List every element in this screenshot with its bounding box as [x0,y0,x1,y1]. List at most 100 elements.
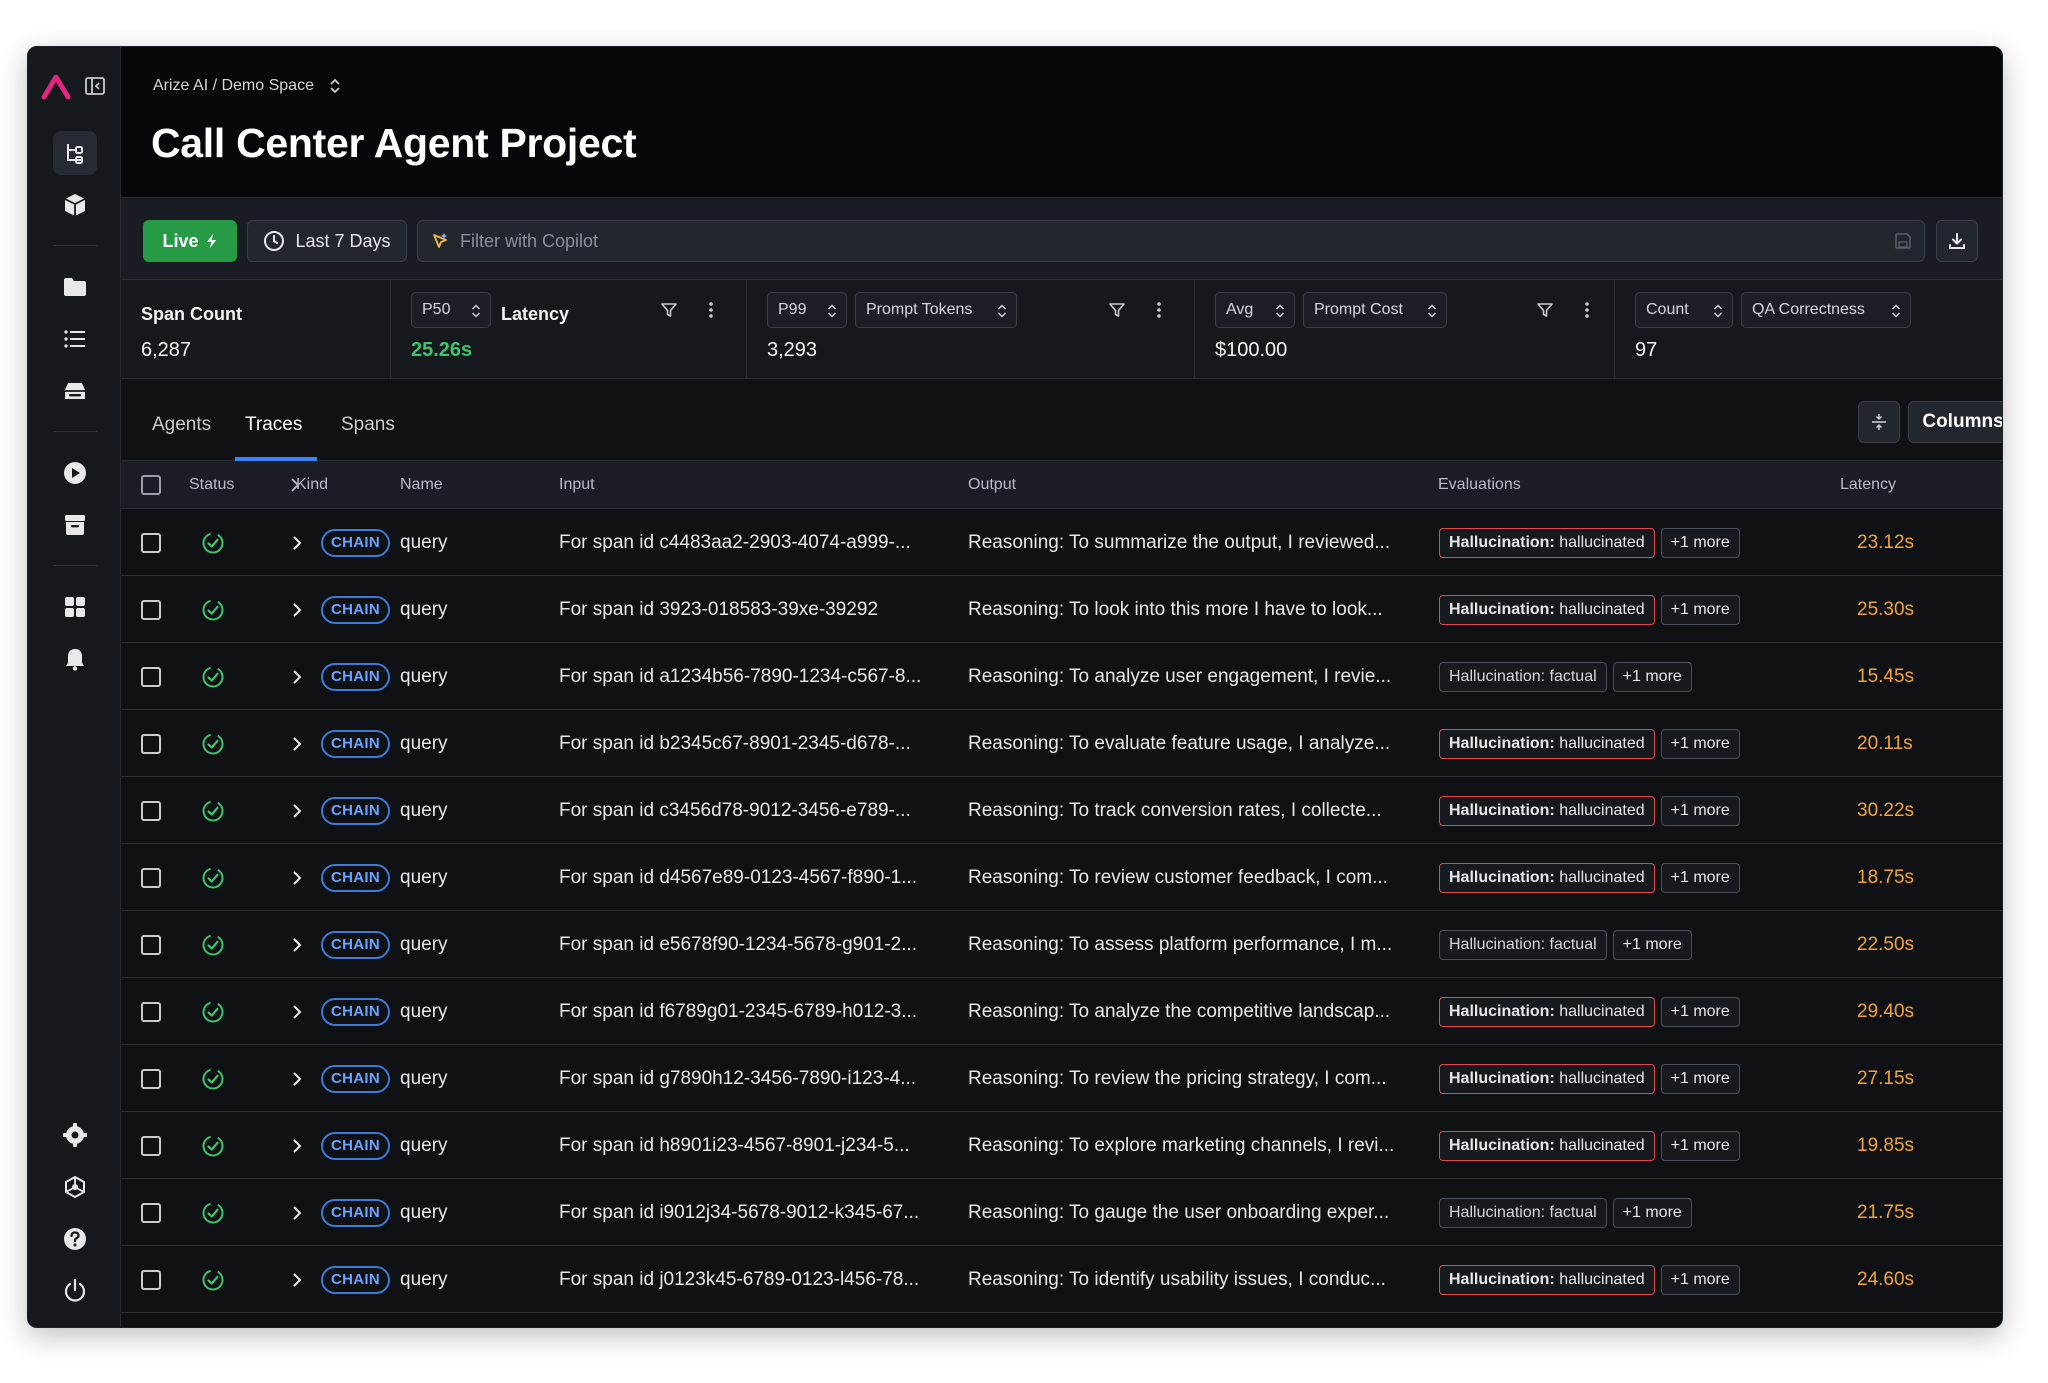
collapse-sidebar-icon[interactable] [84,75,106,97]
column-header-latency[interactable]: Latency [1840,476,1896,494]
aggregation-select[interactable]: Avg [1215,292,1295,328]
metric-select[interactable]: Prompt Tokens [855,292,1017,328]
tab-traces[interactable]: Traces [245,414,302,436]
expand-row-chevron-icon[interactable] [291,509,303,576]
select-all-checkbox[interactable] [141,475,161,495]
metric-select[interactable]: QA Correctness [1741,292,1911,328]
expand-row-chevron-icon[interactable] [291,777,303,844]
column-header-status[interactable]: Status [189,476,234,494]
sidebar-item-projects[interactable] [53,265,97,309]
expand-row-chevron-icon[interactable] [291,643,303,710]
evaluation-badge[interactable]: Hallucination: hallucinated [1439,1063,1655,1094]
column-header-output[interactable]: Output [968,476,1016,494]
save-filter-icon[interactable] [1894,232,1912,250]
row-checkbox[interactable] [141,1045,161,1112]
evaluation-badge[interactable]: Hallucination: hallucinated [1439,996,1655,1027]
more-evaluations-badge[interactable]: +1 more [1660,728,1740,759]
download-button[interactable] [1936,220,1978,262]
evaluation-badge[interactable]: Hallucination: hallucinated [1439,1130,1655,1161]
row-checkbox[interactable] [141,978,161,1045]
sidebar-item-models[interactable] [53,183,97,227]
expand-row-chevron-icon[interactable] [291,576,303,643]
evaluation-badge[interactable]: Hallucination: hallucinated [1439,862,1655,893]
filter-icon[interactable] [659,300,679,320]
sidebar-item-integrations[interactable] [53,1165,97,1209]
row-checkbox[interactable] [141,777,161,844]
expand-row-chevron-icon[interactable] [291,1246,303,1313]
more-evaluations-badge[interactable]: +1 more [1612,661,1692,692]
sidebar-item-help[interactable] [53,1217,97,1261]
copilot-filter-input[interactable] [460,230,1860,252]
table-row[interactable]: CHAIN query For span id f6789g01-2345-67… [121,978,2002,1045]
expand-row-chevron-icon[interactable] [291,1112,303,1179]
row-checkbox[interactable] [141,844,161,911]
table-row[interactable]: CHAIN query For span id g7890h12-3456-78… [121,1045,2002,1112]
evaluation-badge[interactable]: Hallucination: factual [1439,929,1607,960]
sidebar-item-archive[interactable] [53,503,97,547]
percentile-select[interactable]: P50 [411,292,491,328]
sidebar-item-datasets[interactable] [53,369,97,413]
row-checkbox[interactable] [141,1179,161,1246]
more-evaluations-badge[interactable]: +1 more [1660,1063,1740,1094]
row-checkbox[interactable] [141,1112,161,1179]
more-vertical-icon[interactable] [1149,300,1169,320]
arize-logo-icon[interactable] [36,67,76,107]
table-row[interactable]: CHAIN query For span id e5678f90-1234-56… [121,911,2002,978]
more-vertical-icon[interactable] [1577,300,1597,320]
row-checkbox[interactable] [141,1246,161,1313]
more-evaluations-badge[interactable]: +1 more [1612,1197,1692,1228]
table-row[interactable]: CHAIN query For span id i9012j34-5678-90… [121,1179,2002,1246]
expand-row-chevron-icon[interactable] [291,978,303,1045]
expand-row-chevron-icon[interactable] [291,1045,303,1112]
breadcrumb-space[interactable]: Arize AI / Demo Space [153,77,314,95]
sidebar-item-playground[interactable] [53,451,97,495]
row-checkbox[interactable] [141,509,161,576]
row-checkbox[interactable] [141,911,161,978]
column-header-evaluations[interactable]: Evaluations [1438,476,1521,494]
table-row[interactable]: CHAIN query For span id 3923-018583-39xe… [121,576,2002,643]
more-evaluations-badge[interactable]: +1 more [1660,862,1740,893]
evaluation-badge[interactable]: Hallucination: hallucinated [1439,594,1655,625]
more-evaluations-badge[interactable]: +1 more [1660,594,1740,625]
copilot-filter[interactable] [417,220,1925,262]
table-row[interactable]: CHAIN query For span id j0123k45-6789-01… [121,1246,2002,1313]
tab-agents[interactable]: Agents [152,414,211,436]
more-evaluations-badge[interactable]: +1 more [1660,795,1740,826]
aggregation-select[interactable]: Count [1635,292,1733,328]
more-evaluations-badge[interactable]: +1 more [1660,527,1740,558]
more-evaluations-badge[interactable]: +1 more [1660,996,1740,1027]
table-row[interactable]: CHAIN query For span id c4483aa2-2903-40… [121,509,2002,576]
metric-select[interactable]: Prompt Cost [1303,292,1447,328]
table-row[interactable]: CHAIN query For span id d4567e89-0123-45… [121,844,2002,911]
sidebar-item-logout[interactable] [53,1269,97,1313]
expand-row-chevron-icon[interactable] [291,911,303,978]
more-evaluations-badge[interactable]: +1 more [1660,1130,1740,1161]
row-density-button[interactable] [1858,401,1900,443]
tab-spans[interactable]: Spans [341,414,395,436]
percentile-select[interactable]: P99 [767,292,847,328]
more-evaluations-badge[interactable]: +1 more [1660,1264,1740,1295]
row-checkbox[interactable] [141,576,161,643]
sidebar-item-monitors[interactable] [53,637,97,681]
table-row[interactable]: CHAIN query For span id a1234b56-7890-12… [121,643,2002,710]
expand-row-chevron-icon[interactable] [291,1179,303,1246]
sidebar-item-dashboards[interactable] [53,585,97,629]
evaluation-badge[interactable]: Hallucination: hallucinated [1439,1264,1655,1295]
filter-icon[interactable] [1535,300,1555,320]
evaluation-badge[interactable]: Hallucination: hallucinated [1439,728,1655,759]
row-checkbox[interactable] [141,710,161,777]
filter-icon[interactable] [1107,300,1127,320]
sidebar-item-list[interactable] [53,317,97,361]
table-row[interactable]: CHAIN query For span id h8901i23-4567-89… [121,1112,2002,1179]
column-header-input[interactable]: Input [559,476,595,494]
sidebar-item-settings[interactable] [53,1113,97,1157]
table-row[interactable]: CHAIN query For span id c3456d78-9012-34… [121,777,2002,844]
expand-row-chevron-icon[interactable] [291,844,303,911]
more-evaluations-badge[interactable]: +1 more [1612,929,1692,960]
table-row[interactable]: CHAIN query For span id b2345c67-8901-23… [121,710,2002,777]
column-header-name[interactable]: Name [400,476,443,494]
evaluation-badge[interactable]: Hallucination: hallucinated [1439,795,1655,826]
expand-row-chevron-icon[interactable] [291,710,303,777]
evaluation-badge[interactable]: Hallucination: factual [1439,1197,1607,1228]
live-button[interactable]: Live [143,220,237,262]
